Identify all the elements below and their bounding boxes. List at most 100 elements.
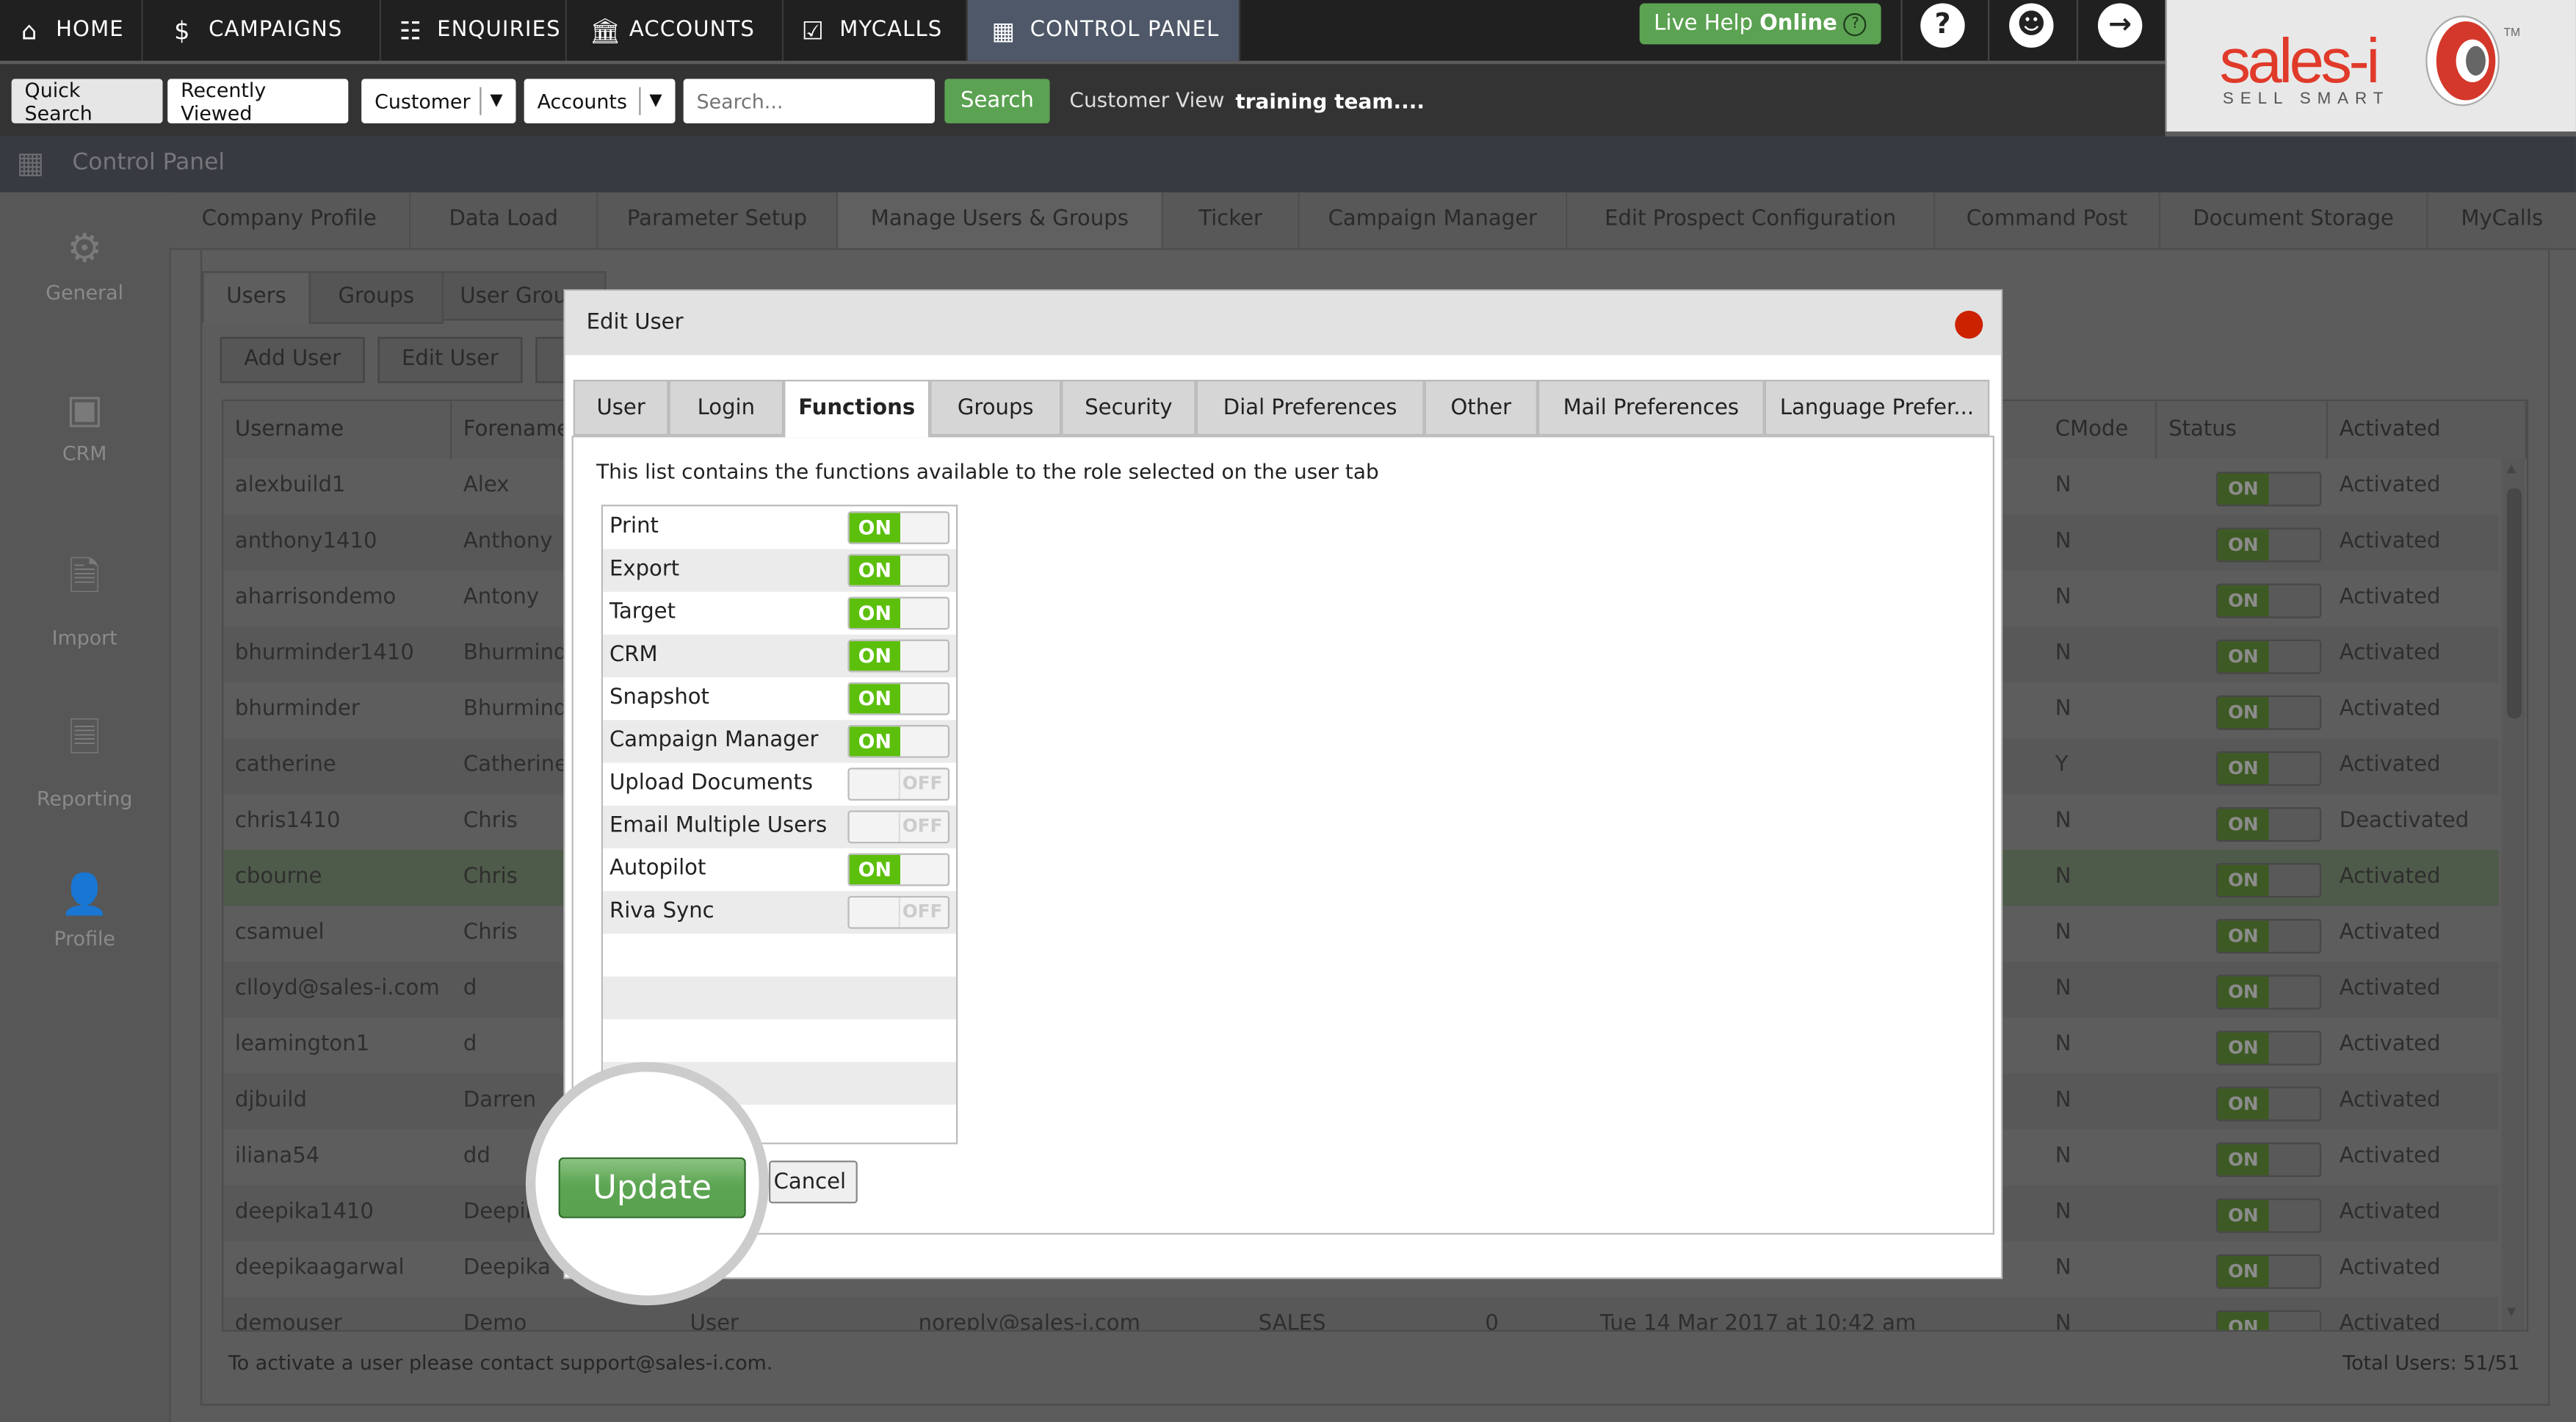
status-toggle[interactable]: ON — [2215, 527, 2322, 563]
close-icon[interactable] — [1955, 311, 1983, 339]
nav-control-panel[interactable]: ▦ CONTROL PANEL — [967, 0, 1241, 61]
add-user-button[interactable]: Add User — [220, 336, 365, 383]
home-icon: ⌂ — [21, 15, 38, 46]
function-toggle[interactable]: ON — [847, 853, 950, 887]
toggle-off-label: OFF — [898, 769, 945, 799]
nav-home[interactable]: ⌂ HOME — [0, 0, 143, 61]
search-bar: Quick Search Recently Viewed Customer ▼ A… — [0, 60, 2166, 137]
subtab-groups[interactable]: Groups — [308, 271, 444, 324]
status-toggle[interactable]: ON — [2215, 806, 2322, 842]
column-header-username[interactable]: Username — [223, 401, 452, 459]
status-toggle[interactable]: ON — [2215, 1254, 2322, 1289]
status-toggle[interactable]: ON — [2215, 1031, 2322, 1066]
tab-document-storage[interactable]: Document Storage — [2160, 192, 2428, 248]
status-toggle[interactable]: ON — [2215, 1142, 2322, 1177]
tab-parameter-setup[interactable]: Parameter Setup — [598, 192, 838, 248]
tab-dial-preferences[interactable]: Dial Preferences — [1195, 380, 1425, 436]
logout-arrow-icon[interactable]: → — [2097, 3, 2143, 48]
function-toggle[interactable]: ON — [847, 639, 950, 673]
tab-mail-preferences[interactable]: Mail Preferences — [1538, 380, 1765, 436]
tab-language-preferences[interactable]: Language Prefer... — [1764, 380, 1990, 436]
edit-user-button[interactable]: Edit User — [377, 336, 523, 383]
status-toggle[interactable]: ON — [2215, 751, 2322, 786]
status-toggle[interactable]: ON — [2215, 919, 2322, 954]
recently-viewed-tab[interactable]: Recently Viewed — [167, 78, 349, 124]
status-toggle[interactable]: ON — [2215, 1310, 2322, 1330]
status-toggle[interactable]: ON — [2215, 1198, 2322, 1233]
function-toggle[interactable]: ON — [847, 596, 950, 630]
scroll-down-icon[interactable]: ▼ — [2507, 1305, 2516, 1318]
live-help-button[interactable]: Live Help Online? — [1639, 3, 1881, 45]
cancel-button[interactable]: Cancel — [769, 1161, 858, 1204]
sidebar-item-import[interactable]: 🗎 Import — [0, 549, 169, 649]
status-toggle[interactable]: ON — [2215, 639, 2322, 674]
status-toggle[interactable]: ON — [2215, 695, 2322, 730]
function-toggle[interactable]: ON — [847, 682, 950, 715]
status-toggle[interactable]: ON — [2215, 863, 2322, 898]
toggle-on-label: ON — [2218, 1088, 2269, 1120]
cell-forename: Darren — [463, 1088, 537, 1114]
help-circle-icon: ? — [1843, 12, 1867, 36]
column-header-cmode[interactable]: CMode — [2044, 401, 2157, 459]
nav-mycalls[interactable]: ☑ MYCALLS — [784, 0, 968, 61]
tab-groups[interactable]: Groups — [930, 380, 1062, 436]
status-toggle[interactable]: ON — [2215, 1086, 2322, 1122]
nav-accounts[interactable]: 🏛 ACCOUNTS — [567, 0, 784, 61]
status-toggle[interactable]: ON — [2215, 975, 2322, 1010]
user-profile-icon[interactable]: ☻ — [2009, 3, 2054, 48]
cell-cmode: N — [2055, 1312, 2072, 1332]
customer-select[interactable]: Customer ▼ — [361, 79, 516, 123]
function-toggle[interactable]: ON — [847, 511, 950, 544]
tab-company-profile[interactable]: Company Profile — [169, 192, 411, 248]
column-header-status[interactable]: Status — [2157, 401, 2329, 459]
edit-user-dialog: Edit User User Login Groups Security Dia… — [525, 291, 2001, 1306]
search-button[interactable]: Search — [944, 79, 1050, 123]
cell-activated: Activated — [2339, 976, 2441, 1002]
scroll-up-icon[interactable]: ▲ — [2507, 462, 2516, 475]
quick-search-tab[interactable]: Quick Search — [11, 78, 163, 124]
tab-security[interactable]: Security — [1061, 380, 1196, 436]
function-row: Email Multiple Users OFF — [603, 805, 957, 848]
divider — [1900, 0, 1903, 61]
table-row[interactable]: demouser Demo User noreply@sales-i.com SALES… — [223, 1296, 2499, 1332]
tab-functions[interactable]: Functions — [784, 380, 930, 438]
empty-row — [603, 1019, 956, 1062]
subtab-users[interactable]: Users — [202, 271, 311, 324]
tab-edit-prospect-configuration[interactable]: Edit Prospect Configuration — [1567, 192, 1936, 248]
tab-ticker[interactable]: Ticker — [1163, 192, 1300, 248]
nav-enquiries[interactable]: ☷ ENQUIRIES — [381, 0, 567, 61]
sidebar-item-general[interactable]: ⚙ General — [0, 225, 169, 304]
scrollbar-thumb[interactable] — [2506, 488, 2522, 719]
tab-mycalls[interactable]: MyCalls — [2428, 192, 2576, 248]
tab-campaign-manager[interactable]: Campaign Manager — [1300, 192, 1568, 248]
tab-command-post[interactable]: Command Post — [1935, 192, 2160, 248]
cell-activated: Activated — [2339, 640, 2441, 666]
function-toggle[interactable]: ON — [847, 554, 950, 588]
sidebar-item-crm[interactable]: ▣ CRM — [0, 386, 169, 465]
function-toggle[interactable]: OFF — [847, 810, 950, 844]
tab-manage-users-groups[interactable]: Manage Users & Groups — [837, 192, 1163, 248]
customer-view-value[interactable]: training team.... — [1235, 89, 1425, 114]
accounts-select[interactable]: Accounts ▼ — [524, 79, 676, 123]
sidebar-item-profile[interactable]: 👤 Profile — [0, 871, 169, 950]
status-toggle[interactable]: ON — [2215, 472, 2322, 507]
tab-user[interactable]: User — [573, 380, 669, 436]
column-header-activated[interactable]: Activated — [2328, 401, 2527, 459]
function-toggle[interactable]: OFF — [847, 895, 950, 929]
tab-data-load[interactable]: Data Load — [410, 192, 598, 248]
sidebar-item-reporting[interactable]: 🗏 Reporting — [0, 710, 169, 811]
table-scrollbar[interactable]: ▲ ▼ — [2502, 458, 2525, 1330]
update-button[interactable]: Update — [558, 1157, 746, 1219]
nav-campaigns[interactable]: $ CAMPAIGNS — [143, 0, 382, 61]
svg-text:SELL SMART: SELL SMART — [2223, 89, 2389, 107]
function-toggle[interactable]: OFF — [847, 768, 950, 801]
tab-login[interactable]: Login — [668, 380, 784, 436]
status-toggle[interactable]: ON — [2215, 583, 2322, 618]
function-toggle[interactable]: ON — [847, 725, 950, 758]
help-icon[interactable]: ? — [1920, 3, 1965, 48]
search-input[interactable] — [683, 79, 935, 123]
functions-note: This list contains the functions availab… — [596, 458, 1379, 484]
toggle-on-label: ON — [2218, 1312, 2269, 1330]
tab-other[interactable]: Other — [1424, 380, 1538, 436]
nav-label: HOME — [56, 18, 124, 43]
